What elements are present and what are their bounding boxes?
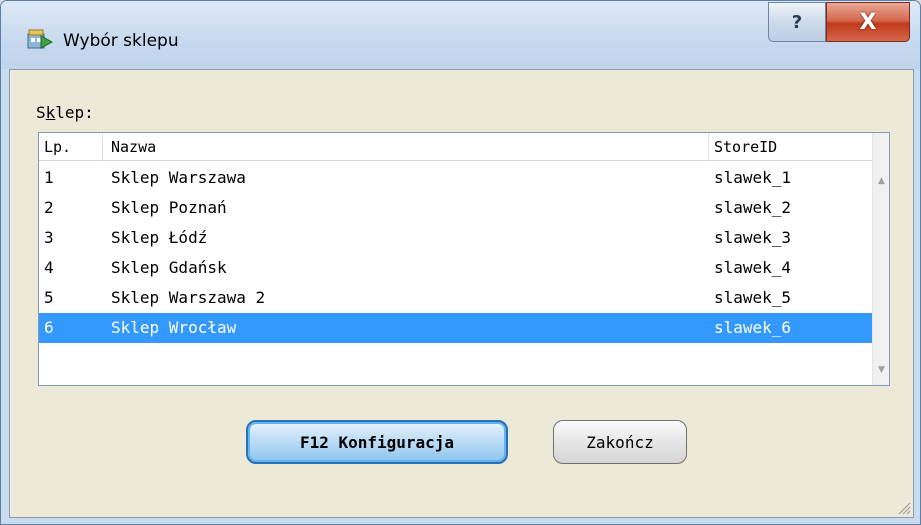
cell-name: Sklep Wrocław xyxy=(111,318,237,337)
cell-storeid: slawek_2 xyxy=(714,198,792,217)
cell-name: Sklep Łódź xyxy=(111,228,208,247)
cell-lp: 5 xyxy=(44,288,54,307)
list-header: Lp. Nazwa StoreID xyxy=(39,133,873,161)
cell-name: Sklep Poznań xyxy=(111,198,227,217)
cell-lp: 2 xyxy=(44,198,54,217)
cell-storeid: slawek_1 xyxy=(714,168,792,187)
close-button[interactable]: Zakończ xyxy=(553,420,687,464)
table-row[interactable]: 1 Sklep Warszawa slawek_1 xyxy=(39,163,873,193)
cell-lp: 3 xyxy=(44,228,54,247)
cell-lp: 4 xyxy=(44,258,54,277)
config-button[interactable]: F12 Konfiguracja xyxy=(246,420,508,464)
cell-name: Sklep Warszawa 2 xyxy=(111,288,266,307)
title-bar[interactable]: Wybór sklepu ? X xyxy=(1,1,920,69)
table-row-selected[interactable]: 6 Sklep Wrocław slawek_6 xyxy=(39,313,873,343)
help-button[interactable]: ? xyxy=(768,2,826,42)
help-icon: ? xyxy=(791,11,803,33)
table-row[interactable]: 4 Sklep Gdańsk slawek_4 xyxy=(39,253,873,283)
table-row[interactable]: 2 Sklep Poznań slawek_2 xyxy=(39,193,873,223)
mnemonic-letter: k xyxy=(45,103,56,122)
window-title: Wybór sklepu xyxy=(63,31,179,51)
column-header-lp[interactable]: Lp. xyxy=(39,133,103,161)
column-header-name[interactable]: Nazwa xyxy=(103,133,709,161)
cell-name: Sklep Warszawa xyxy=(111,168,246,187)
cell-storeid: slawek_3 xyxy=(714,228,792,247)
cell-storeid: slawek_6 xyxy=(714,318,792,337)
cell-lp: 6 xyxy=(44,318,54,337)
cell-storeid: slawek_4 xyxy=(714,258,792,277)
close-icon: X xyxy=(859,9,877,35)
dialog-body: Sklep: Lp. Nazwa StoreID 1 Sklep Warszaw… xyxy=(9,69,914,518)
close-window-button[interactable]: X xyxy=(826,2,910,42)
resize-grip-icon[interactable] xyxy=(895,499,911,515)
scroll-down-icon[interactable]: ▼ xyxy=(873,362,890,379)
store-label: Sklep: xyxy=(36,103,94,122)
column-header-storeid[interactable]: StoreID xyxy=(709,133,873,161)
scroll-up-icon[interactable]: ▲ xyxy=(873,173,890,190)
shop-icon xyxy=(27,29,53,49)
table-row[interactable]: 5 Sklep Warszawa 2 slawek_5 xyxy=(39,283,873,313)
vertical-scrollbar[interactable]: ▲ ▼ xyxy=(872,133,889,385)
cell-storeid: slawek_5 xyxy=(714,288,792,307)
store-selection-window: Wybór sklepu ? X Sklep: Lp. Nazwa StoreI… xyxy=(0,0,921,525)
cell-name: Sklep Gdańsk xyxy=(111,258,227,277)
table-row[interactable]: 3 Sklep Łódź slawek_3 xyxy=(39,223,873,253)
cell-lp: 1 xyxy=(44,168,54,187)
store-list[interactable]: Lp. Nazwa StoreID 1 Sklep Warszawa slawe… xyxy=(38,132,890,386)
